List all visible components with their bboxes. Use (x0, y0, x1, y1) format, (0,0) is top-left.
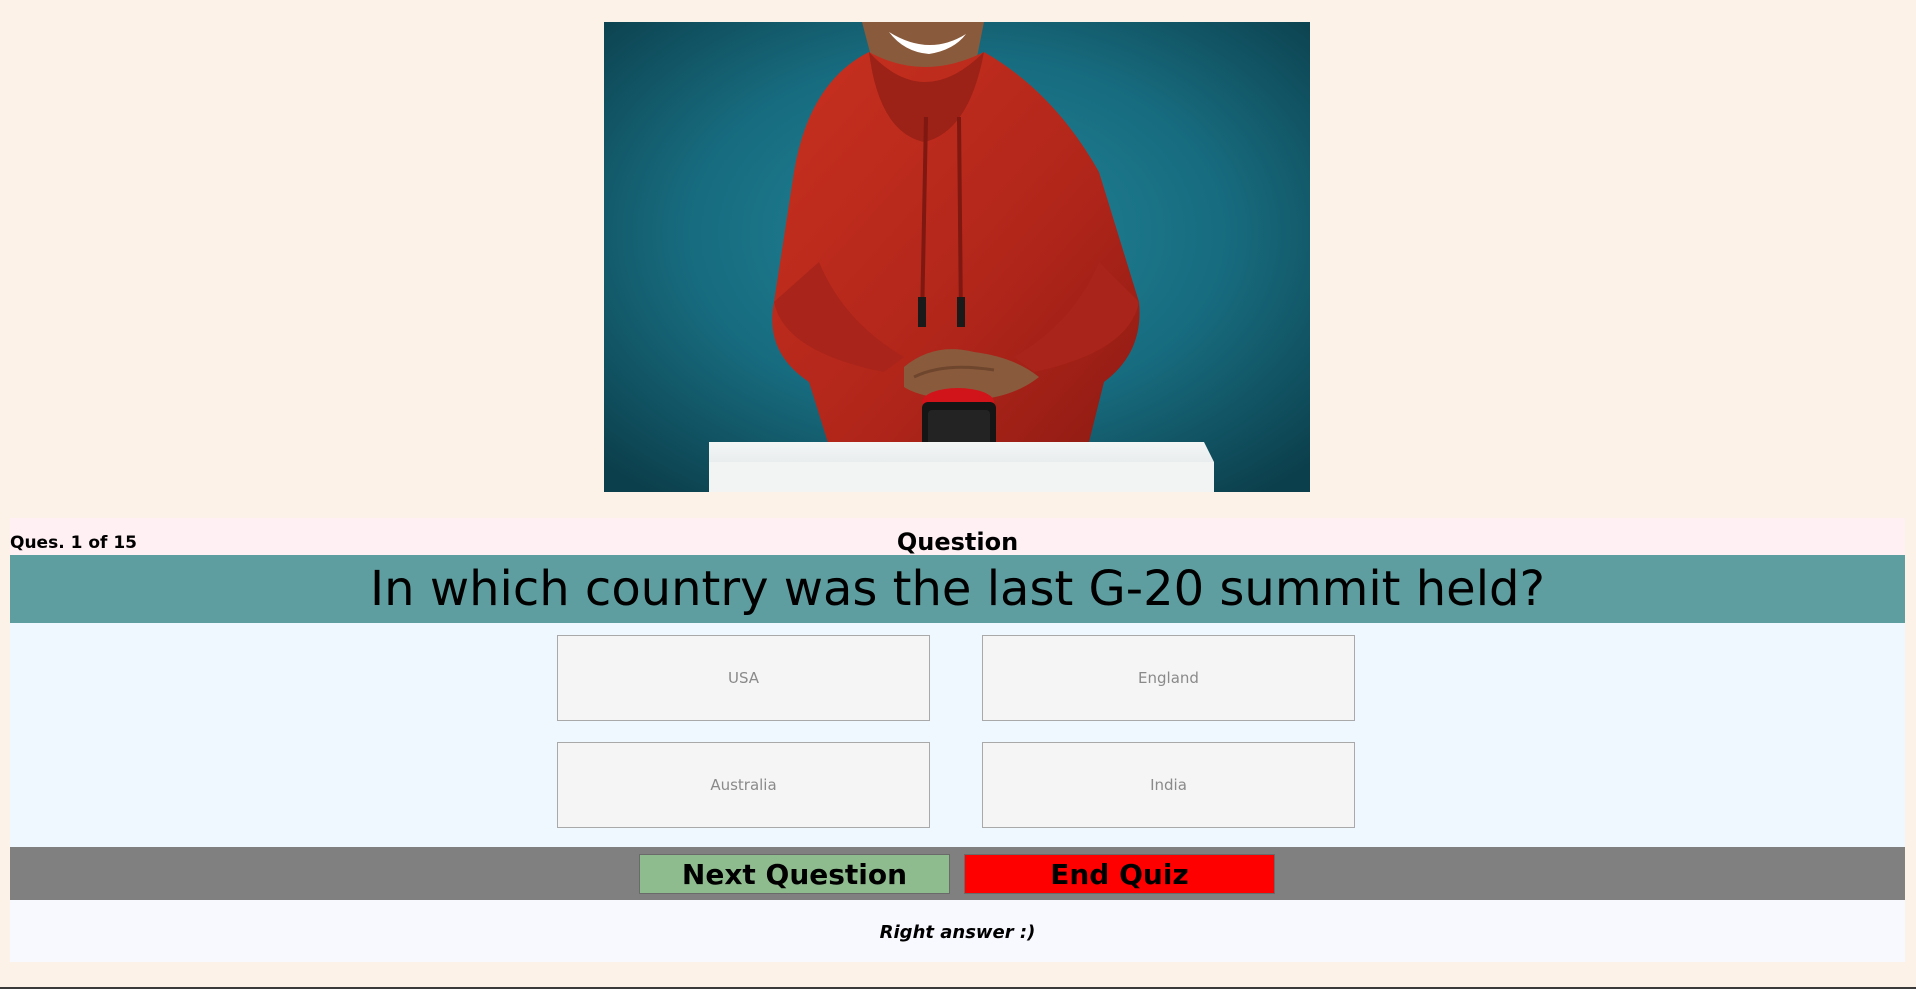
answer-option-england[interactable]: England (982, 635, 1355, 721)
answer-option-india[interactable]: India (982, 742, 1355, 828)
quiz-buzzer-photo-icon (604, 22, 1310, 492)
question-text: In which country was the last G-20 summi… (10, 555, 1905, 623)
question-header: Ques. 1 of 15 Question (10, 518, 1905, 556)
answer-option-usa[interactable]: USA (557, 635, 930, 721)
answer-option-australia[interactable]: Australia (557, 742, 930, 828)
hero-image (604, 22, 1310, 492)
next-question-button[interactable]: Next Question (639, 854, 950, 894)
feedback-message: Right answer :) (879, 922, 1036, 943)
controls-bar: Next Question End Quiz (10, 847, 1905, 900)
feedback-panel: Right answer :) (10, 900, 1905, 962)
question-heading: Question (896, 528, 1019, 556)
quiz-page: Ques. 1 of 15 Question In which country … (0, 0, 1916, 989)
end-quiz-button[interactable]: End Quiz (964, 854, 1275, 894)
answer-options: USA England Australia India (10, 623, 1905, 847)
